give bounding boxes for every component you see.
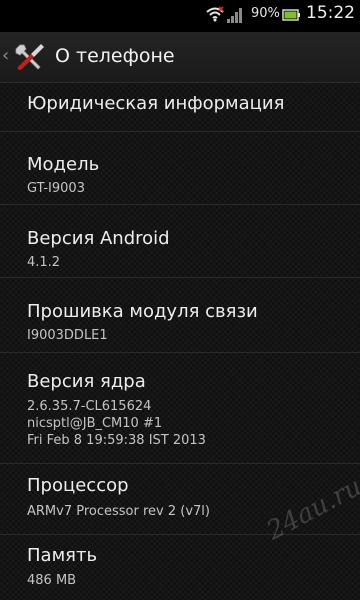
clock: 15:22 [306,3,355,23]
item-title: Версия ядра [27,371,146,392]
item-value: I9003DDLE1 [27,328,108,343]
signal-icon [227,8,242,23]
action-bar: ‹ О телефоне [0,32,360,83]
list-item-legal[interactable]: Юридическая информация [0,83,360,132]
wifi-icon [206,6,224,22]
battery-icon [282,9,300,21]
item-value: 4.1.2 [27,255,61,270]
item-title: Юридическая информация [27,93,285,114]
item-value-line: 2.6.35.7-CL615624 [27,399,152,414]
item-value-line: Fri Feb 8 19:59:38 IST 2013 [27,433,206,448]
list-item-model: Модель GT-I9003 [0,132,360,205]
list-item-baseband: Прошивка модуля связи I9003DDLE1 [0,278,360,353]
status-bar: 90% 15:22 [0,0,360,32]
item-title: Процессор [27,475,129,496]
item-value-line: nicsptl@JB_CM10 #1 [27,416,163,431]
item-title: Прошивка модуля связи [27,301,258,322]
item-title: Модель [27,154,100,175]
tools-icon[interactable] [14,41,46,73]
list-item-kernel: Версия ядра 2.6.35.7-CL615624 nicsptl@JB… [0,353,360,464]
item-value: ARMv7 Processor rev 2 (v7l) [27,504,210,519]
chevron-left-icon[interactable]: ‹ [2,45,9,66]
list-item-memory: Память 486 MB [0,535,360,600]
battery-percent: 90% [251,6,280,21]
item-value: 486 MB [27,573,77,588]
item-title: Версия Android [27,228,170,249]
item-value: GT-I9003 [27,181,85,196]
list-item-android-version: Версия Android 4.1.2 [0,205,360,278]
item-title: Память [27,545,98,566]
page-title: О телефоне [55,45,175,67]
